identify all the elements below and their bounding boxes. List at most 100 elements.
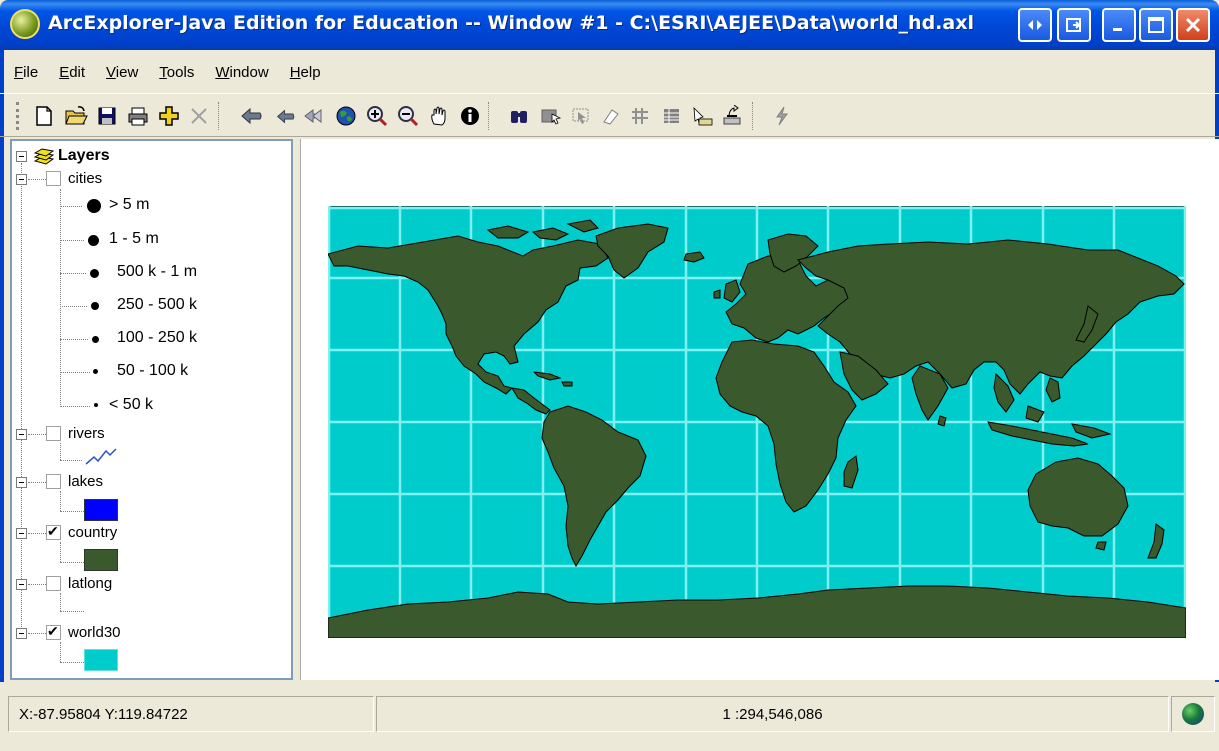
tree-line: [60, 542, 61, 562]
layer-country-label[interactable]: country: [68, 524, 117, 541]
collapse-country-toggle[interactable]: [16, 528, 27, 539]
close-icon: [1185, 17, 1201, 33]
zoom-out-icon[interactable]: [394, 102, 422, 130]
tree-connector: [60, 611, 84, 612]
select-box-icon[interactable]: [567, 102, 595, 130]
select-icon[interactable]: [537, 102, 565, 130]
close-button[interactable]: [1176, 8, 1210, 42]
restore-tab-button[interactable]: [1018, 8, 1052, 42]
add-layer-icon[interactable]: [155, 102, 183, 130]
globe-icon[interactable]: [332, 102, 360, 130]
tree-connector: [60, 339, 88, 340]
legend-label: < 50 k: [109, 396, 154, 413]
query-icon[interactable]: [718, 102, 746, 130]
layers-root-label: Layers: [58, 147, 110, 164]
legend-label: 100 - 250 k: [117, 329, 198, 346]
collapse-latlong-toggle[interactable]: [16, 579, 27, 590]
city-symbol: [93, 369, 98, 374]
clear-select-icon[interactable]: [597, 102, 625, 130]
layers-panel: Layers cities > 5 m 1 - 5 m 500 k - 1 m …: [10, 139, 293, 680]
menu-window[interactable]: Window: [215, 64, 268, 81]
save-icon[interactable]: [93, 102, 121, 130]
window-border-left: [0, 50, 4, 751]
toolbar-grip[interactable]: [16, 102, 19, 130]
world-map[interactable]: [328, 206, 1186, 638]
tree-line: [60, 642, 61, 662]
rivers-visibility-checkbox[interactable]: [46, 426, 61, 441]
world30-visibility-checkbox[interactable]: [46, 623, 61, 640]
lakes-visibility-checkbox[interactable]: [46, 474, 61, 489]
layers-icon: [33, 148, 55, 165]
menu-file[interactable]: File: [14, 64, 38, 81]
title-bar: ArcExplorer-Java Edition for Education -…: [0, 0, 1219, 50]
menu-help[interactable]: Help: [290, 64, 321, 81]
layer-rivers-label[interactable]: rivers: [68, 425, 105, 442]
tree-connector: [60, 273, 86, 274]
delete-icon[interactable]: [185, 102, 213, 130]
back-icon[interactable]: [238, 102, 266, 130]
collapse-lakes-toggle[interactable]: [16, 477, 27, 488]
collapse-layers-toggle[interactable]: [16, 151, 27, 162]
tree-connector: [60, 206, 82, 207]
layer-cities-label[interactable]: cities: [68, 170, 102, 187]
new-icon[interactable]: [30, 102, 58, 130]
tree-connector: [60, 511, 84, 512]
identify-icon[interactable]: [456, 102, 484, 130]
menu-edit[interactable]: Edit: [59, 64, 85, 81]
world30-color-swatch: [84, 649, 118, 671]
legend-label: 50 - 100 k: [117, 362, 189, 379]
city-symbol: [88, 235, 99, 246]
collapse-rivers-toggle[interactable]: [16, 429, 27, 440]
attributes-icon[interactable]: [658, 102, 686, 130]
tree-connector: [60, 562, 84, 563]
minimize-button[interactable]: [1102, 8, 1136, 42]
city-symbol-largest: [87, 199, 101, 213]
sri-lanka: [937, 415, 947, 427]
tree-connector: [28, 584, 46, 585]
country-color-swatch: [84, 549, 118, 571]
zoom-in-icon[interactable]: [363, 102, 391, 130]
window-title: ArcExplorer-Java Edition for Education -…: [48, 12, 974, 34]
layer-lakes-label[interactable]: lakes: [68, 473, 103, 490]
lakes-color-swatch: [84, 499, 118, 521]
cities-visibility-checkbox[interactable]: [46, 171, 61, 186]
toolbar-separator: [488, 102, 490, 130]
hotlink-icon[interactable]: [768, 102, 796, 130]
map-view[interactable]: [300, 139, 1219, 680]
country-visibility-checkbox[interactable]: [46, 523, 61, 540]
find-icon[interactable]: [505, 102, 533, 130]
collapse-cities-toggle[interactable]: [16, 174, 27, 185]
menu-tools[interactable]: Tools: [159, 64, 194, 81]
globe-status-icon[interactable]: [1182, 703, 1204, 725]
print-icon[interactable]: [124, 102, 152, 130]
city-symbol: [91, 302, 99, 310]
collapse-world30-toggle[interactable]: [16, 628, 27, 639]
tree-connector: [60, 460, 82, 461]
detach-button[interactable]: [1057, 8, 1091, 42]
arcexplorer-app-icon[interactable]: [10, 9, 40, 39]
tree-line: [60, 491, 61, 511]
toolbar: [0, 93, 1219, 137]
full-extent-icon[interactable]: [301, 102, 329, 130]
tree-line: [60, 189, 61, 407]
tree-connector: [60, 406, 90, 407]
layer-world30-label[interactable]: world30: [68, 624, 121, 641]
maximize-button[interactable]: [1139, 8, 1173, 42]
tree-line: [21, 163, 22, 631]
legend-label: 1 - 5 m: [109, 230, 159, 247]
menu-bar: File Edit View Tools Window Help: [0, 53, 1219, 91]
forward-icon[interactable]: [270, 102, 298, 130]
maximize-icon: [1148, 17, 1164, 33]
pan-icon[interactable]: [425, 102, 453, 130]
menu-view[interactable]: View: [106, 64, 138, 81]
status-globe-panel: [1171, 696, 1215, 732]
detach-icon: [1066, 18, 1081, 32]
measure-icon[interactable]: [627, 102, 655, 130]
tree-line: [60, 593, 61, 611]
city-symbol: [90, 269, 99, 278]
tree-connector: [60, 662, 84, 663]
label-icon[interactable]: [688, 102, 716, 130]
latlong-visibility-checkbox[interactable]: [46, 576, 61, 591]
layer-latlong-label[interactable]: latlong: [68, 575, 112, 592]
open-icon[interactable]: [62, 102, 90, 130]
